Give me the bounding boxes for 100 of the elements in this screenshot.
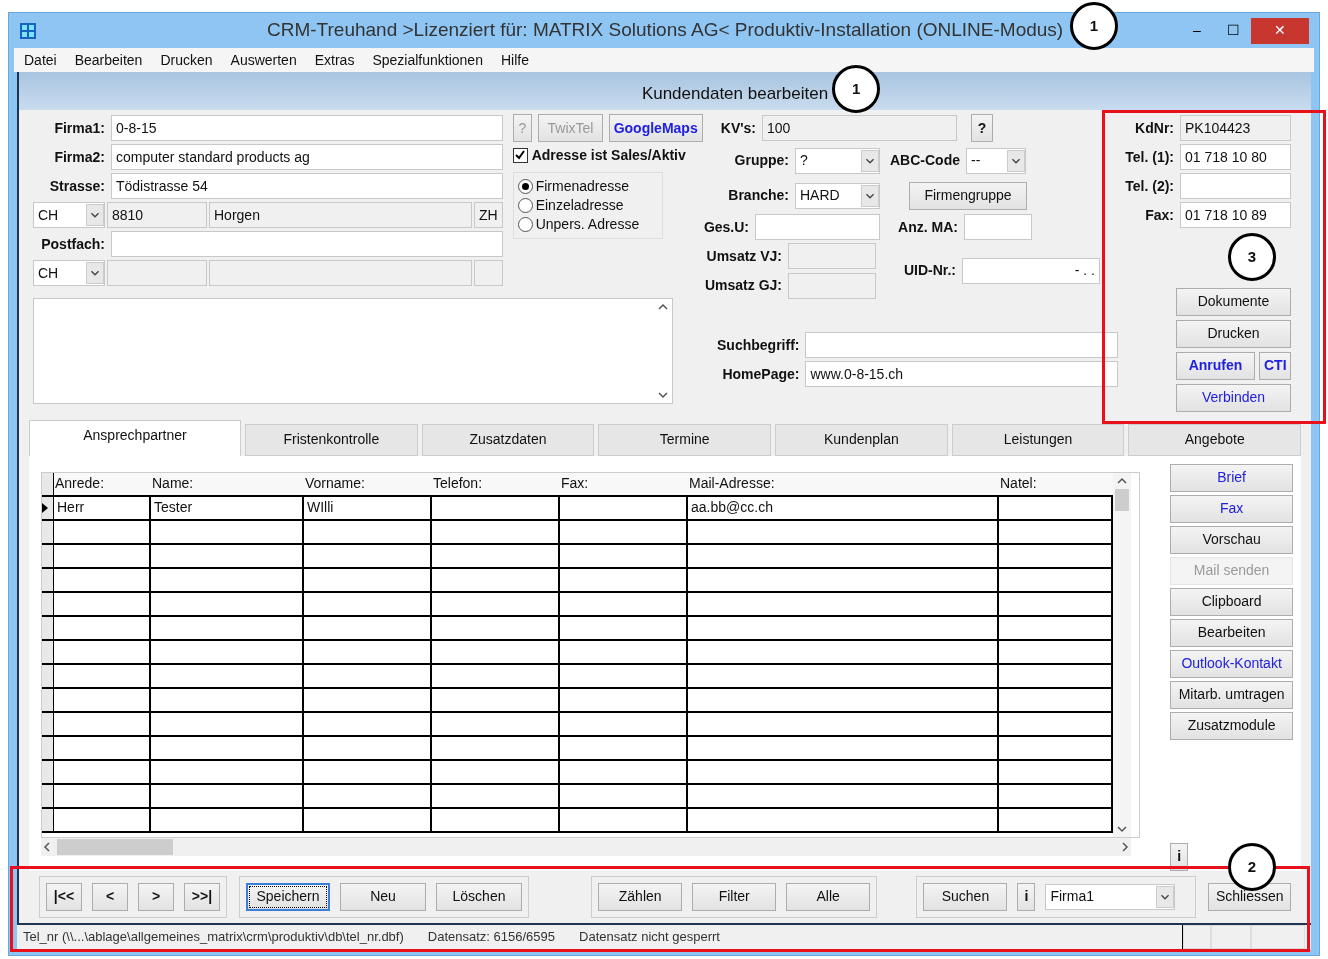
navigation-button[interactable]: |<< xyxy=(46,882,82,911)
info-button[interactable]: i xyxy=(1017,882,1036,911)
row-selector[interactable] xyxy=(42,712,54,737)
text-field[interactable] xyxy=(107,260,207,287)
search-button[interactable]: Suchen xyxy=(923,882,1008,911)
menu-item[interactable]: Extras xyxy=(314,49,355,71)
cti-button[interactable]: CTI xyxy=(1259,351,1291,380)
side-button[interactable]: Bearbeiten xyxy=(1170,618,1293,647)
dropdown-field[interactable]: ? xyxy=(795,147,880,174)
tab[interactable]: Zusatzdaten xyxy=(421,423,595,456)
row-selector[interactable] xyxy=(42,760,54,785)
row-selector[interactable] xyxy=(42,496,54,521)
dropdown-field[interactable]: Firma1 xyxy=(1045,883,1176,910)
scroll-thumb[interactable] xyxy=(1115,488,1129,511)
text-field[interactable] xyxy=(111,231,503,258)
menu-item[interactable]: Datei xyxy=(24,49,57,71)
dropdown-field[interactable]: CH xyxy=(33,202,105,229)
menu-item[interactable]: Drucken xyxy=(160,49,213,71)
tab[interactable]: Leistungen xyxy=(951,423,1125,456)
menu-item[interactable]: Auswerten xyxy=(230,49,297,71)
close-button[interactable]: Schliessen xyxy=(1208,882,1291,911)
googlemaps-button[interactable]: GoogleMaps xyxy=(608,114,703,143)
radio-button[interactable] xyxy=(517,216,533,232)
column-header[interactable]: Telefon: xyxy=(432,472,560,497)
text-field[interactable]: 100 xyxy=(762,115,957,142)
side-button[interactable]: Mitarb. umtragen xyxy=(1170,680,1293,709)
text-field[interactable] xyxy=(209,260,472,287)
text-field[interactable]: Horgen xyxy=(209,202,472,229)
row-selector[interactable] xyxy=(42,640,54,665)
side-button[interactable]: Clipboard xyxy=(1170,587,1293,616)
tab[interactable]: Ansprechpartner xyxy=(29,419,241,456)
tab[interactable]: Fristenkontrolle xyxy=(245,423,418,456)
tab[interactable]: Kundenplan xyxy=(775,423,948,456)
dropdown-field[interactable]: -- xyxy=(966,147,1026,174)
dokumente-button[interactable]: Dokumente xyxy=(1176,287,1291,316)
navigation-button[interactable]: >>| xyxy=(184,882,220,911)
text-field[interactable]: Tödistrasse 54 xyxy=(111,173,503,200)
row-selector[interactable] xyxy=(42,568,54,593)
text-field[interactable]: ZH xyxy=(474,202,503,229)
row-selector[interactable] xyxy=(42,808,54,833)
text-field[interactable]: 01 718 10 89 xyxy=(1180,202,1291,229)
row-selector[interactable] xyxy=(42,544,54,569)
text-field[interactable]: PK104423 xyxy=(1180,115,1291,142)
text-field[interactable] xyxy=(788,243,876,270)
firmengruppe-button[interactable]: Firmengruppe xyxy=(909,181,1027,210)
side-button[interactable]: Vorschau xyxy=(1170,525,1293,554)
radio-button[interactable] xyxy=(517,178,533,194)
text-field[interactable] xyxy=(1180,173,1291,200)
filter-button[interactable]: Alle xyxy=(786,882,871,911)
row-selector[interactable] xyxy=(42,616,54,641)
close-button[interactable]: ✕ xyxy=(1251,17,1309,44)
text-field[interactable]: 8810 xyxy=(107,202,207,229)
menu-item[interactable]: Bearbeiten xyxy=(74,49,143,71)
menu-item[interactable]: Spezialfunktionen xyxy=(372,49,483,71)
scroll-thumb[interactable] xyxy=(57,838,173,855)
side-button[interactable]: Zusatzmodule xyxy=(1170,711,1293,740)
tab[interactable]: Termine xyxy=(598,423,771,456)
side-button[interactable]: Outlook-Kontakt xyxy=(1170,649,1293,678)
text-field[interactable]: 01 718 10 80 xyxy=(1180,144,1291,171)
filter-button[interactable]: Zählen xyxy=(598,882,683,911)
drucken-button[interactable]: Drucken xyxy=(1176,319,1291,348)
tab[interactable]: Angebote xyxy=(1128,423,1302,456)
text-field[interactable] xyxy=(788,272,876,299)
record-button[interactable]: Neu xyxy=(340,882,426,911)
text-field[interactable]: 0-8-15 xyxy=(111,115,503,142)
column-header[interactable]: Mail-Adresse: xyxy=(688,472,999,497)
text-field[interactable] xyxy=(805,332,1118,359)
dropdown-field[interactable]: HARD xyxy=(795,182,880,209)
column-header[interactable]: Vorname: xyxy=(304,472,432,497)
menu-item[interactable]: Hilfe xyxy=(500,49,529,71)
row-selector[interactable] xyxy=(42,520,54,545)
vertical-scrollbar[interactable] xyxy=(1113,472,1131,837)
radio-button[interactable] xyxy=(517,197,533,213)
text-field[interactable]: - . . xyxy=(962,257,1100,284)
row-selector[interactable] xyxy=(42,664,54,689)
row-selector[interactable] xyxy=(42,736,54,761)
side-button[interactable]: Brief xyxy=(1170,463,1293,492)
checkbox[interactable] xyxy=(512,147,528,163)
column-header[interactable]: Anrede: xyxy=(54,472,151,497)
column-header[interactable]: Fax: xyxy=(560,472,688,497)
help-button[interactable]: ? xyxy=(971,114,993,143)
row-selector[interactable] xyxy=(42,688,54,713)
navigation-button[interactable]: > xyxy=(138,882,174,911)
connect-button[interactable]: Verbinden xyxy=(1176,383,1291,412)
side-button[interactable]: Fax xyxy=(1170,494,1293,523)
column-header[interactable]: Natel: xyxy=(999,472,1113,497)
dropdown-field[interactable]: CH xyxy=(33,260,105,287)
record-button[interactable]: Löschen xyxy=(436,882,522,911)
minimize-button[interactable]: – xyxy=(1179,17,1215,44)
text-field[interactable] xyxy=(474,260,503,287)
text-field[interactable]: www.0-8-15.ch xyxy=(805,361,1118,388)
text-field[interactable] xyxy=(755,214,880,241)
column-header[interactable]: Name: xyxy=(151,472,304,497)
row-selector[interactable] xyxy=(42,592,54,617)
navigation-button[interactable]: < xyxy=(92,882,128,911)
row-selector[interactable] xyxy=(42,784,54,809)
text-field[interactable] xyxy=(964,214,1032,241)
maximize-button[interactable]: ☐ xyxy=(1215,17,1251,44)
record-button[interactable]: Speichern xyxy=(246,882,330,911)
filter-button[interactable]: Filter xyxy=(692,882,777,911)
